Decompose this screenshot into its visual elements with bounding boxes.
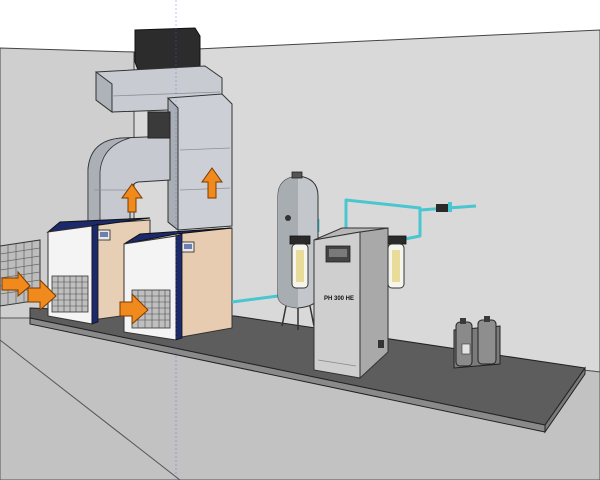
compressed-air-room-diagram: PH 300 HE [0,0,600,480]
tank-gauge-icon [285,215,291,221]
duct-roof-block [134,27,201,71]
inline-filter-right [385,235,407,289]
compressor-left-grille [51,275,89,313]
inline-filter-left [289,235,311,289]
dryer-model-label: PH 300 HE [324,296,354,302]
dryer-right-side [359,227,389,380]
compressor-right [123,227,233,341]
refrigerated-dryer: PH 300 HE [313,227,389,380]
